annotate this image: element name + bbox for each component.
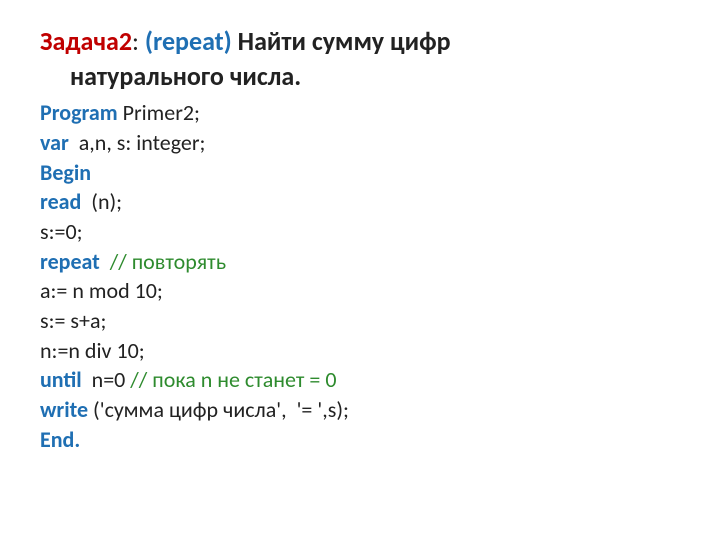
title-text-1: Найти сумму цифр xyxy=(238,25,451,57)
code-line: Program Primer2; xyxy=(40,98,680,128)
keyword-write: write xyxy=(40,396,88,423)
keyword-end: End. xyxy=(40,426,80,453)
code-line: read (n); xyxy=(40,187,680,217)
code-line: n:=n div 10; xyxy=(40,336,680,366)
keyword-var: var xyxy=(40,129,69,156)
code-line: until n=0 // пока n не станет = 0 xyxy=(40,365,680,395)
task-title: Задача2: (repeat) Найти сумму цифр натур… xyxy=(40,24,680,94)
code-line: s:= s+a; xyxy=(40,306,680,336)
code-line: write ('сумма цифр числа', '= ',s); xyxy=(40,395,680,425)
keyword-until: until xyxy=(40,366,82,393)
comment: // повторять xyxy=(110,248,226,275)
code-line: repeat // повторять xyxy=(40,247,680,277)
keyword-program: Program xyxy=(40,99,118,126)
keyword-begin: Begin xyxy=(40,159,91,186)
repeat-label: (repeat) xyxy=(145,25,232,57)
comment: // пока n не станет = 0 xyxy=(130,366,336,393)
code-line: End. xyxy=(40,425,680,455)
title-text-2: натурального числа. xyxy=(40,59,680,94)
code-line: a:= n mod 10; xyxy=(40,276,680,306)
code-line: s:=0; xyxy=(40,217,680,247)
code-line: var a,n, s: integer; xyxy=(40,128,680,158)
task-label: Задача2 xyxy=(40,25,132,57)
keyword-read: read xyxy=(40,188,81,215)
code-line: Begin xyxy=(40,158,680,188)
keyword-repeat: repeat xyxy=(40,248,100,275)
